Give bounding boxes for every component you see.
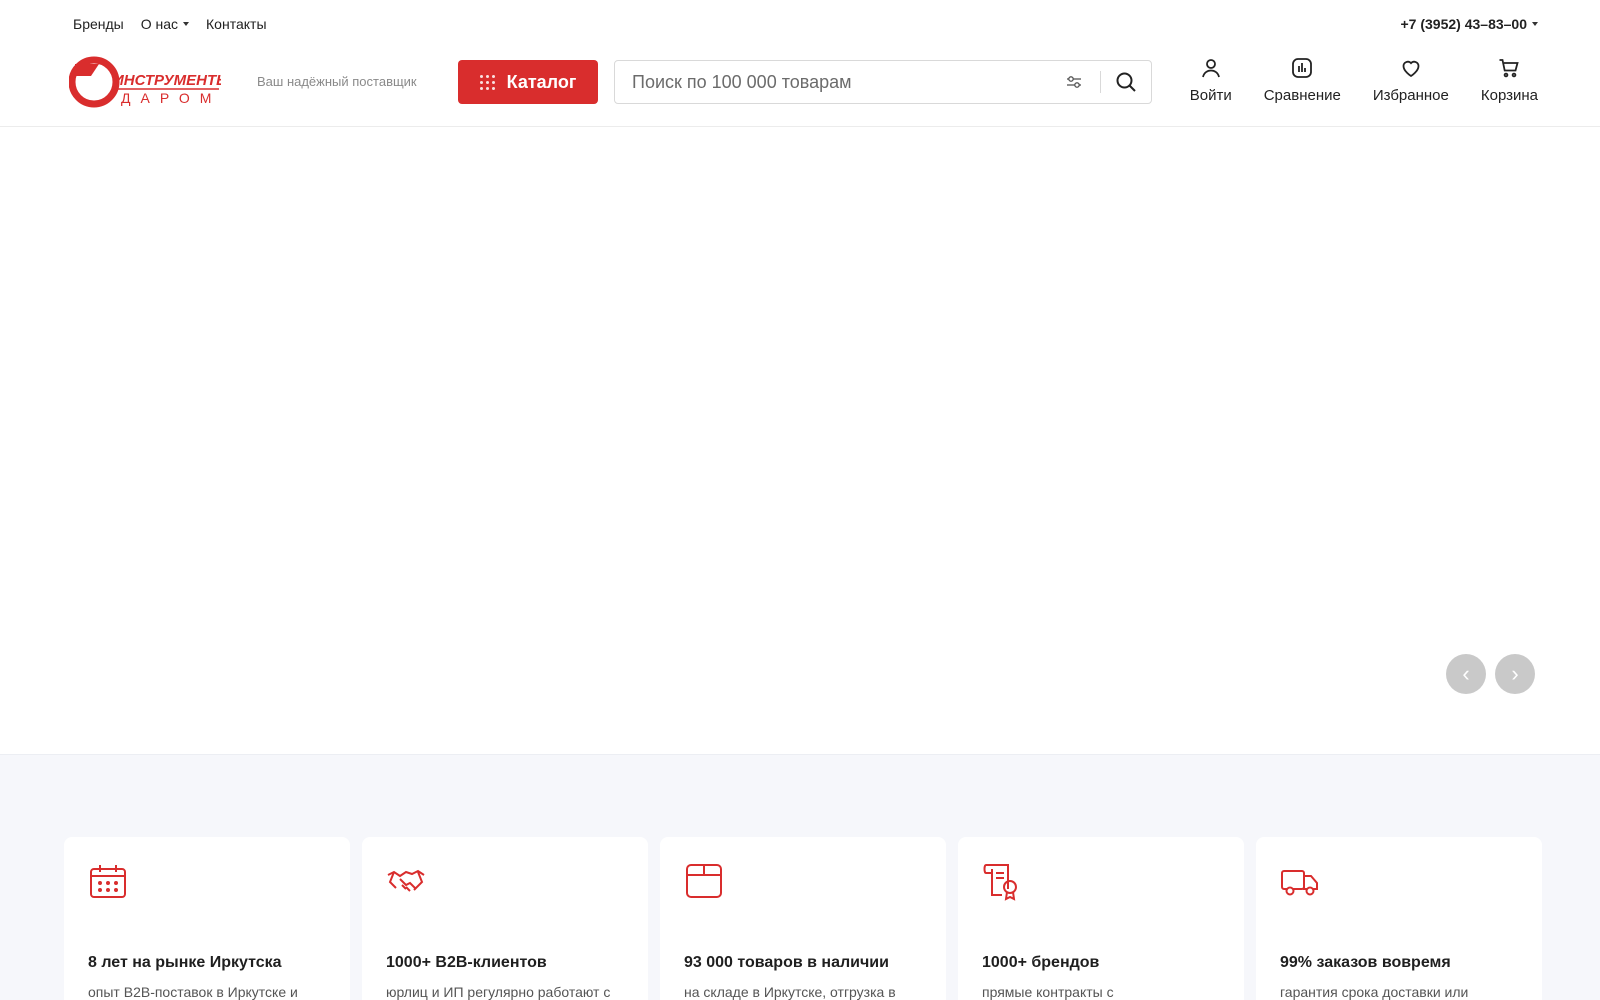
chevron-left-icon: ‹ — [1462, 661, 1470, 686]
feature-title: 1000+ B2B-клиентов — [386, 954, 547, 971]
svg-text:ДАРОМ: ДАРОМ — [121, 90, 221, 106]
feature-text: на складе в Иркутске, отгрузка в день оп… — [684, 984, 896, 1000]
feature-title: 8 лет на рынке Иркутска — [88, 954, 282, 971]
contract-icon — [983, 864, 1017, 901]
favorites-button[interactable]: Избранное — [1373, 56, 1449, 104]
feature-text: юрлиц и ИП регулярно работают с нами — [386, 984, 611, 1000]
slider-next-button[interactable]: › — [1495, 654, 1535, 694]
grid-dots-icon — [479, 74, 495, 90]
chevron-down-icon — [1532, 22, 1538, 26]
feature-text: опыт B2B-поставок в Иркутске и регионах — [88, 984, 298, 1000]
phone-number: +7 (3952) 43–83–00 — [1400, 16, 1528, 32]
feature-title: 99% заказов вовремя — [1280, 954, 1451, 971]
cart-button[interactable]: Корзина — [1481, 56, 1538, 104]
hero-banner: ‹ › — [0, 127, 1600, 754]
header-actions: Войти Сравнение Избранное Корзина — [1190, 56, 1538, 104]
search-input[interactable] — [615, 61, 1062, 103]
heart-icon — [1402, 60, 1420, 78]
slider-prev-button[interactable]: ‹ — [1446, 654, 1486, 694]
cart-icon — [1499, 59, 1520, 78]
logo-icon: ИНСТРУМЕНТЫ ДАРОМ — [68, 56, 232, 108]
search-bar — [614, 60, 1152, 104]
catalog-button[interactable]: Каталог — [458, 60, 598, 104]
feature-title: 1000+ брендов — [982, 954, 1100, 971]
main-header: ИНСТРУМЕНТЫ ДАРОМ Ваш надёжный поставщик… — [0, 48, 1600, 127]
compare-button[interactable]: Сравнение — [1264, 56, 1341, 104]
feature-text: прямые контракты с производителями — [982, 984, 1114, 1000]
top-bar: Бренды О нас Контакты +7 (3952) 43–83–00 — [0, 0, 1600, 48]
nav-link-about[interactable]: О нас — [141, 16, 190, 32]
chevron-down-icon — [183, 22, 190, 26]
login-button[interactable]: Войти — [1190, 56, 1232, 104]
handshake-icon — [387, 869, 425, 892]
filter-icon[interactable] — [1062, 70, 1086, 94]
feature-card: 93 000 товаров в наличии на складе в Ирк… — [660, 837, 946, 1000]
feature-card: 1000+ B2B-клиентов юрлиц и ИП регулярно … — [362, 837, 648, 1000]
nav-link-brands[interactable]: Бренды — [73, 16, 124, 32]
feature-text: гарантия срока доставки или возврат дене… — [1280, 984, 1469, 1000]
feature-card: 99% заказов вовремя гарантия срока доста… — [1256, 837, 1542, 1000]
user-icon — [1201, 59, 1220, 78]
top-nav: Бренды О нас Контакты — [73, 16, 267, 32]
tagline: Ваш надёжный поставщик — [257, 74, 417, 89]
features-list: 8 лет на рынке Иркутска опыт B2B-поставо… — [64, 837, 1542, 1000]
feature-card: 1000+ брендов прямые контракты с произво… — [958, 837, 1244, 1000]
box-icon — [686, 864, 722, 898]
feature-card: 8 лет на рынке Иркутска опыт B2B-поставо… — [64, 837, 350, 1000]
calendar-icon — [90, 865, 126, 898]
nav-link-contacts[interactable]: Контакты — [206, 16, 266, 32]
truck-icon — [1281, 870, 1318, 896]
compare-icon — [1292, 58, 1313, 78]
phone-dropdown[interactable]: +7 (3952) 43–83–00 — [1400, 16, 1538, 32]
chevron-right-icon: › — [1511, 661, 1519, 686]
site-logo[interactable]: ИНСТРУМЕНТЫ ДАРОМ — [68, 56, 232, 108]
svg-text:ИНСТРУМЕНТЫ: ИНСТРУМЕНТЫ — [113, 72, 221, 89]
feature-title: 93 000 товаров в наличии — [684, 954, 889, 971]
search-icon[interactable] — [1101, 61, 1151, 103]
features-section: 8 лет на рынке Иркутска опыт B2B-поставо… — [0, 754, 1600, 1000]
